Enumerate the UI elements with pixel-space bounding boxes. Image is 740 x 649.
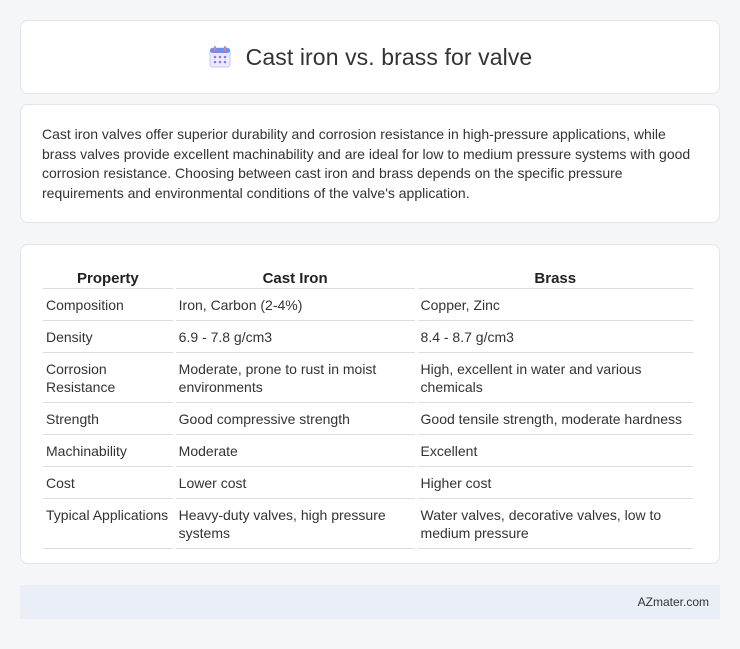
cast-iron-cell: Good compressive strength xyxy=(175,403,415,435)
cast-iron-cell: Heavy-duty valves, high pressure systems xyxy=(175,499,415,549)
brass-cell: High, excellent in water and various che… xyxy=(417,353,693,403)
brass-cell: Water valves, decorative valves, low to … xyxy=(417,499,693,549)
cast-iron-cell: Lower cost xyxy=(175,467,415,499)
property-cell: Composition xyxy=(43,289,173,321)
brass-cell: Good tensile strength, moderate hardness xyxy=(417,403,693,435)
cast-iron-cell: 6.9 - 7.8 g/cm3 xyxy=(175,321,415,353)
property-cell: Machinability xyxy=(43,435,173,467)
title-wrap: Cast iron vs. brass for valve xyxy=(208,44,533,71)
header-property: Property xyxy=(43,263,173,289)
header-brass: Brass xyxy=(417,263,693,289)
brass-cell: Higher cost xyxy=(417,467,693,499)
property-cell: Cost xyxy=(43,467,173,499)
brass-cell: 8.4 - 8.7 g/cm3 xyxy=(417,321,693,353)
table-row: Composition Iron, Carbon (2-4%) Copper, … xyxy=(43,289,693,321)
calendar-icon xyxy=(208,45,232,69)
comparison-table: Property Cast Iron Brass Composition Iro… xyxy=(40,263,696,549)
property-cell: Corrosion Resistance xyxy=(43,353,173,403)
summary-text: Cast iron valves offer superior durabili… xyxy=(42,126,691,201)
cast-iron-cell: Iron, Carbon (2-4%) xyxy=(175,289,415,321)
table-header-row: Property Cast Iron Brass xyxy=(43,263,693,289)
summary-card: Cast iron valves offer superior durabili… xyxy=(20,104,720,223)
property-cell: Density xyxy=(43,321,173,353)
table-row: Machinability Moderate Excellent xyxy=(43,435,693,467)
cast-iron-cell: Moderate xyxy=(175,435,415,467)
brass-cell: Copper, Zinc xyxy=(417,289,693,321)
table-row: Typical Applications Heavy-duty valves, … xyxy=(43,499,693,549)
table-card: Property Cast Iron Brass Composition Iro… xyxy=(20,244,720,564)
footer-bar: AZmater.com xyxy=(20,585,720,619)
footer-site-name: AZmater.com xyxy=(637,595,709,609)
table-row: Cost Lower cost Higher cost xyxy=(43,467,693,499)
title-card: Cast iron vs. brass for valve xyxy=(20,20,720,94)
table-row: Strength Good compressive strength Good … xyxy=(43,403,693,435)
table-row: Corrosion Resistance Moderate, prone to … xyxy=(43,353,693,403)
cast-iron-cell: Moderate, prone to rust in moist environ… xyxy=(175,353,415,403)
property-cell: Typical Applications xyxy=(43,499,173,549)
table-row: Density 6.9 - 7.8 g/cm3 8.4 - 8.7 g/cm3 xyxy=(43,321,693,353)
brass-cell: Excellent xyxy=(417,435,693,467)
property-cell: Strength xyxy=(43,403,173,435)
page-title: Cast iron vs. brass for valve xyxy=(245,43,533,70)
header-cast-iron: Cast Iron xyxy=(175,263,415,289)
